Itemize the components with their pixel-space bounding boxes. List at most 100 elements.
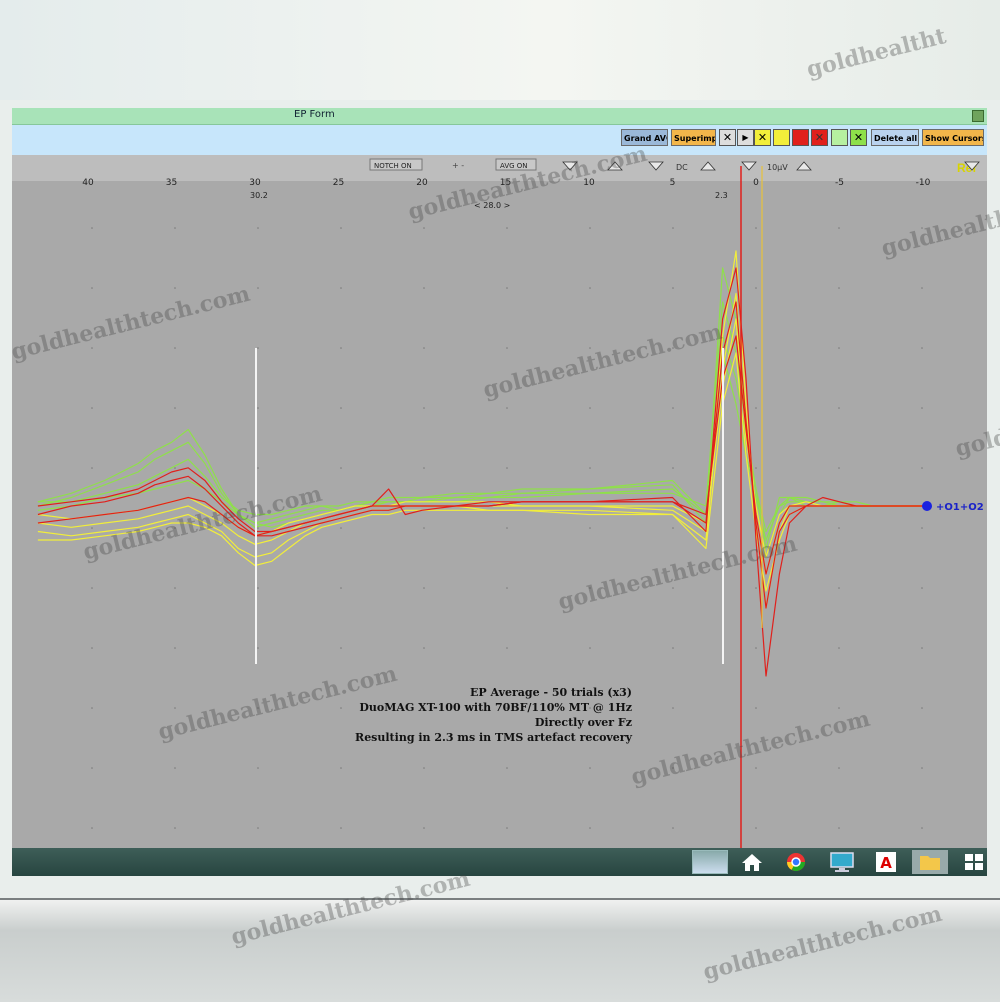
grid-dot	[755, 407, 757, 409]
grid-dot	[340, 587, 342, 589]
home-icon[interactable]	[734, 850, 770, 874]
grid-dot	[91, 347, 93, 349]
grid-dot	[506, 827, 508, 829]
grid-dot	[672, 287, 674, 289]
grid-dot	[589, 767, 591, 769]
windows-icon[interactable]	[956, 850, 987, 874]
grid-dot	[91, 827, 93, 829]
x-tick-label: 30	[249, 178, 261, 188]
grid-dot	[506, 287, 508, 289]
annotation-line-3: Directly over Fz	[535, 716, 632, 729]
gain-down-arrow[interactable]	[648, 161, 664, 171]
gain-down-arrow[interactable]	[741, 161, 757, 171]
grid-dot	[755, 587, 757, 589]
x-tick-label: 10	[583, 178, 595, 188]
grid-dot	[921, 467, 923, 469]
grid-dot	[672, 467, 674, 469]
x-axis-ticks: -10 -5 0 5 10 15 20 25 30 35 40	[82, 178, 930, 188]
grid-dot	[174, 827, 176, 829]
grid-dot	[91, 407, 93, 409]
avg-on-label: AVG ON	[500, 162, 528, 170]
grid-dot	[838, 527, 840, 529]
grid-dot	[921, 767, 923, 769]
grid-dot	[838, 407, 840, 409]
grid-dot	[174, 347, 176, 349]
page-background-top	[0, 0, 1000, 100]
grid-dot	[340, 347, 342, 349]
annotation-line-2: DuoMAG XT-100 with 70BF/110% MT @ 1Hz	[359, 701, 632, 714]
grid-dot	[257, 407, 259, 409]
grid-dot	[506, 467, 508, 469]
grid-dot	[340, 227, 342, 229]
grid-dot	[423, 767, 425, 769]
grid-dot	[755, 827, 757, 829]
grid-dot	[672, 407, 674, 409]
waveform-trace	[37, 301, 923, 550]
app-icon[interactable]	[692, 850, 728, 874]
grid-dot	[672, 767, 674, 769]
chrome-icon[interactable]	[778, 850, 814, 874]
annotation-line-1: EP Average - 50 trials (x3)	[470, 686, 632, 699]
cursor-right-value: 2.3	[715, 191, 728, 200]
grid-dot	[91, 767, 93, 769]
waveform-traces	[37, 250, 923, 677]
grid-dot	[257, 707, 259, 709]
grid-dot	[755, 347, 757, 349]
waveform-trace	[37, 250, 923, 575]
grid-dot	[672, 527, 674, 529]
grid-dot	[921, 527, 923, 529]
grid-dot	[672, 647, 674, 649]
acrobat-icon[interactable]: A	[868, 850, 904, 874]
gain-up-arrow[interactable]	[796, 161, 812, 171]
grid-dot	[257, 647, 259, 649]
grid-dot	[257, 467, 259, 469]
gain-up-arrow[interactable]	[700, 161, 716, 171]
grid-dot	[589, 407, 591, 409]
grid-dot	[174, 767, 176, 769]
plus-minus-label[interactable]: + -	[452, 161, 464, 170]
folder-icon[interactable]	[912, 850, 948, 874]
grid-dot	[506, 227, 508, 229]
grid-dot	[174, 707, 176, 709]
x-tick-label: 15	[500, 178, 511, 188]
grid-dot	[91, 287, 93, 289]
grid-dot	[921, 707, 923, 709]
grid-dot	[838, 587, 840, 589]
monitor-icon[interactable]	[824, 850, 860, 874]
grid-dot	[174, 527, 176, 529]
channel-marker[interactable]	[922, 501, 932, 511]
grid-dot	[755, 287, 757, 289]
channel-label: +O1+O2	[936, 502, 984, 513]
grid-dot	[589, 527, 591, 529]
grid-dot	[423, 527, 425, 529]
grid-dot	[755, 707, 757, 709]
grid-dot	[257, 347, 259, 349]
x-tick-label: 25	[333, 178, 344, 188]
grid-dot	[423, 587, 425, 589]
gain-down-arrow[interactable]	[562, 161, 578, 171]
grid-dot	[174, 287, 176, 289]
grid-dot	[423, 227, 425, 229]
grid-dot	[423, 647, 425, 649]
grid-dot	[91, 227, 93, 229]
grid-dot	[91, 467, 93, 469]
grid-dot	[589, 647, 591, 649]
gain-up-arrow[interactable]	[607, 161, 623, 171]
grid-dot	[257, 767, 259, 769]
grid-dot	[838, 467, 840, 469]
grid-dot	[91, 647, 93, 649]
svg-text:A: A	[880, 854, 892, 872]
grid-dot	[423, 287, 425, 289]
grid-dot	[838, 647, 840, 649]
grid-dot	[506, 587, 508, 589]
grid-dot	[921, 407, 923, 409]
grid-dot	[672, 707, 674, 709]
grid-dot	[257, 227, 259, 229]
grid-dot	[921, 647, 923, 649]
grid-dot	[838, 827, 840, 829]
grid-dot	[838, 767, 840, 769]
grid-dot	[506, 647, 508, 649]
ep-waveform-chart: -10-50510152025303540 Ref 10µV DC AVG ON…	[37, 158, 984, 848]
grid-dot	[589, 227, 591, 229]
grid-dot	[838, 707, 840, 709]
